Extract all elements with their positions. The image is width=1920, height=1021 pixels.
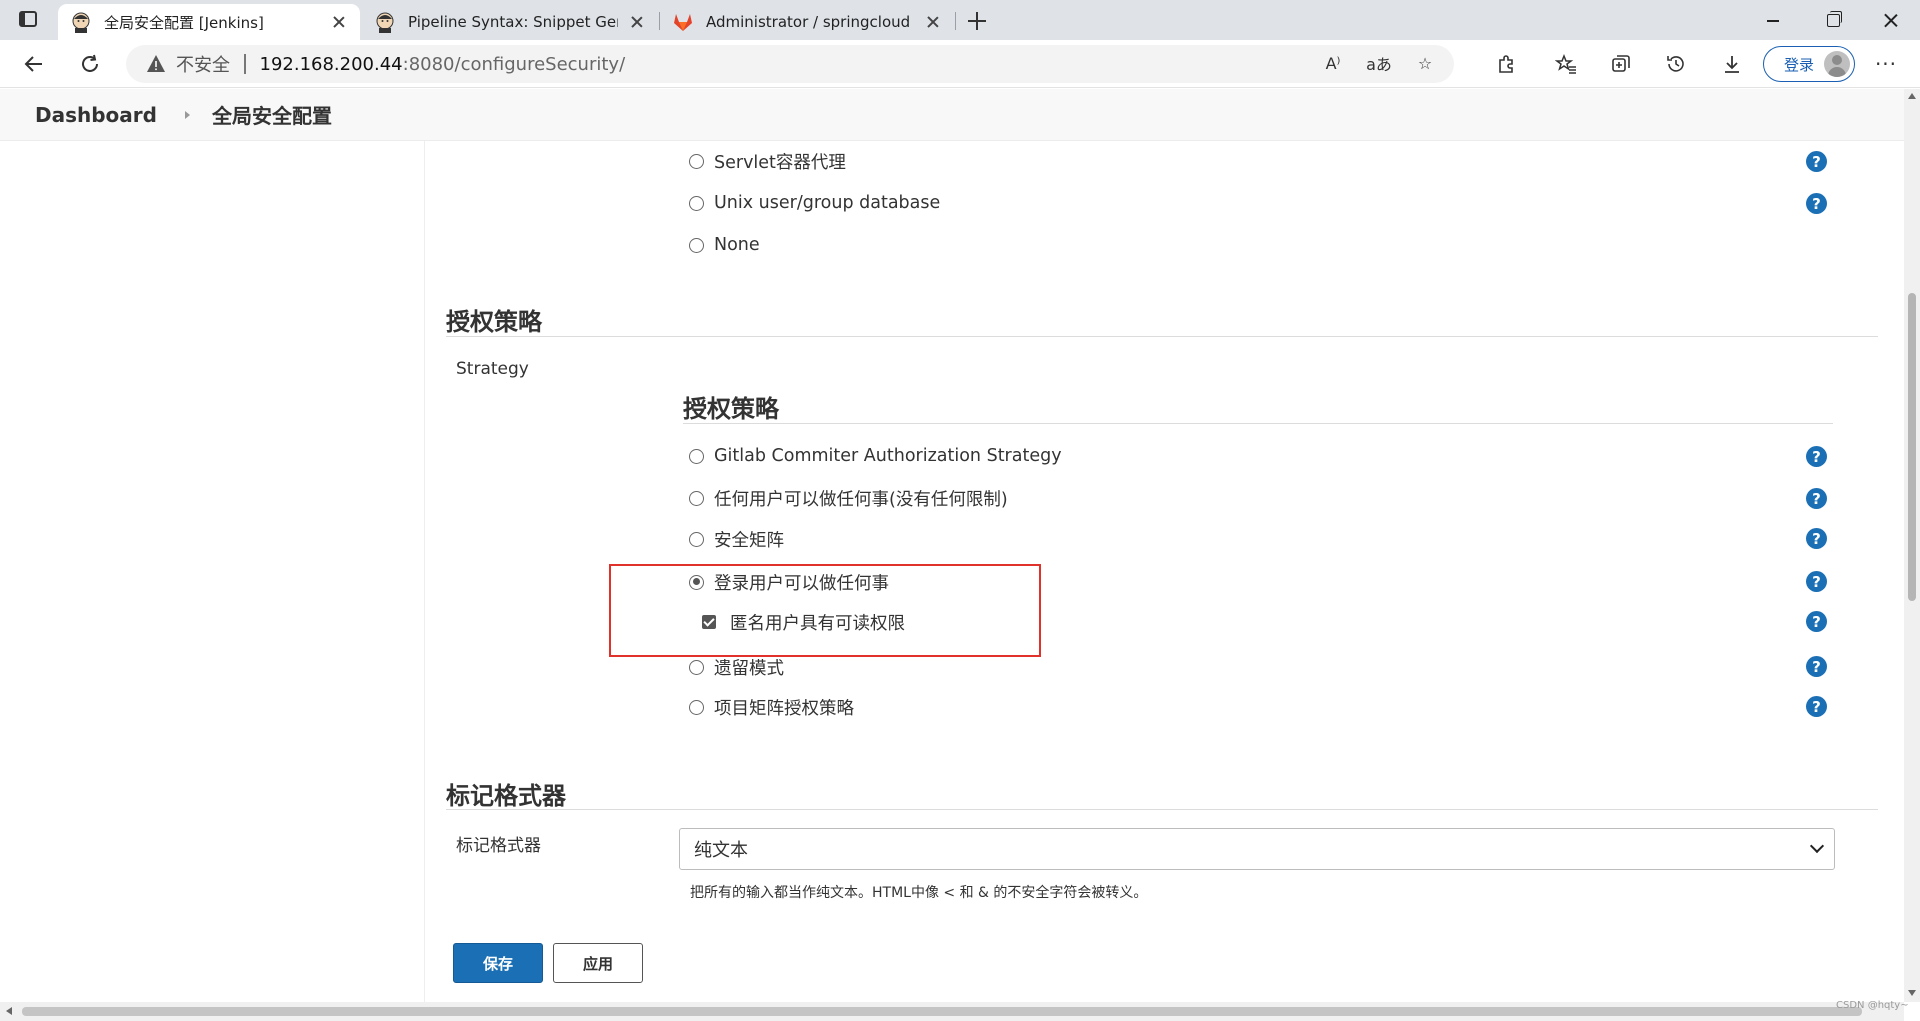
option-label: 任何用户可以做任何事(没有任何限制) (714, 489, 1008, 510)
markup-formatter-description: 把所有的输入都当作纯文本。HTML中像 < 和 & 的不安全字符会被转义。 (690, 885, 1148, 901)
scroll-left-icon[interactable] (6, 1007, 12, 1015)
markup-formatter-label: 标记格式器 (456, 836, 541, 856)
option-label: 遗留模式 (714, 658, 784, 679)
option-label: 安全矩阵 (714, 530, 784, 551)
help-icon[interactable]: ? (1806, 571, 1827, 592)
radio-button[interactable] (689, 659, 704, 675)
chevron-down-icon (1809, 838, 1825, 854)
option-label: 项目矩阵授权策略 (714, 698, 854, 719)
strategy-label: Strategy (456, 359, 529, 379)
section-divider (446, 336, 1878, 337)
apply-button[interactable]: 应用 (553, 943, 643, 983)
help-icon[interactable]: ? (1806, 488, 1827, 509)
help-icon[interactable]: ? (1806, 193, 1827, 214)
radio-button[interactable] (689, 195, 704, 211)
radio-button[interactable] (689, 237, 704, 253)
highlight-annotation-box (609, 564, 1041, 657)
help-icon[interactable]: ? (1806, 611, 1827, 632)
help-icon[interactable]: ? (1806, 528, 1827, 549)
scroll-up-icon[interactable] (1908, 93, 1916, 99)
authorization-section-title: 授权策略 (446, 308, 542, 336)
scrollbar-thumb[interactable] (22, 1007, 1862, 1016)
authorization-inner-title: 授权策略 (683, 395, 779, 423)
radio-button[interactable] (689, 699, 704, 715)
realm-option-servlet[interactable]: Servlet容器代理 (689, 146, 846, 176)
section-divider (446, 809, 1878, 810)
realm-option-unix[interactable]: Unix user/group database (689, 188, 940, 218)
help-icon[interactable]: ? (1806, 656, 1827, 677)
radio-button[interactable] (689, 448, 704, 464)
watermark: CSDN @hqty~ (1836, 1000, 1909, 1011)
auth-option-legacy[interactable]: 遗留模式 (689, 652, 784, 682)
option-label: None (714, 235, 760, 255)
help-icon[interactable]: ? (1806, 696, 1827, 717)
auth-option-project-matrix[interactable]: 项目矩阵授权策略 (689, 692, 854, 722)
radio-button[interactable] (689, 531, 704, 547)
radio-button[interactable] (689, 490, 704, 506)
help-icon[interactable]: ? (1806, 151, 1827, 172)
auth-option-gitlab[interactable]: Gitlab Commiter Authorization Strategy (689, 441, 1062, 471)
radio-button[interactable] (689, 153, 704, 169)
markup-formatter-section-title: 标记格式器 (446, 782, 566, 810)
save-button[interactable]: 保存 (453, 943, 543, 983)
auth-option-matrix[interactable]: 安全矩阵 (689, 524, 784, 554)
option-label: Gitlab Commiter Authorization Strategy (714, 446, 1062, 466)
section-divider (683, 423, 1833, 424)
vertical-scrollbar[interactable] (1904, 89, 1920, 1002)
auth-option-unrestricted[interactable]: 任何用户可以做任何事(没有任何限制) (689, 483, 1008, 513)
option-label: Unix user/group database (714, 193, 941, 213)
help-icon[interactable]: ? (1806, 446, 1827, 467)
option-label: Servlet容器代理 (714, 152, 846, 173)
realm-option-none[interactable]: None (689, 230, 760, 260)
select-value: 纯文本 (694, 840, 748, 861)
security-config-form: Servlet容器代理 ? Unix user/group database ?… (0, 0, 1904, 1002)
scrollbar-thumb[interactable] (1908, 293, 1916, 601)
horizontal-scrollbar[interactable] (0, 1002, 1904, 1021)
markup-formatter-select[interactable]: 纯文本 (679, 828, 1835, 870)
scroll-down-icon[interactable] (1908, 990, 1916, 996)
